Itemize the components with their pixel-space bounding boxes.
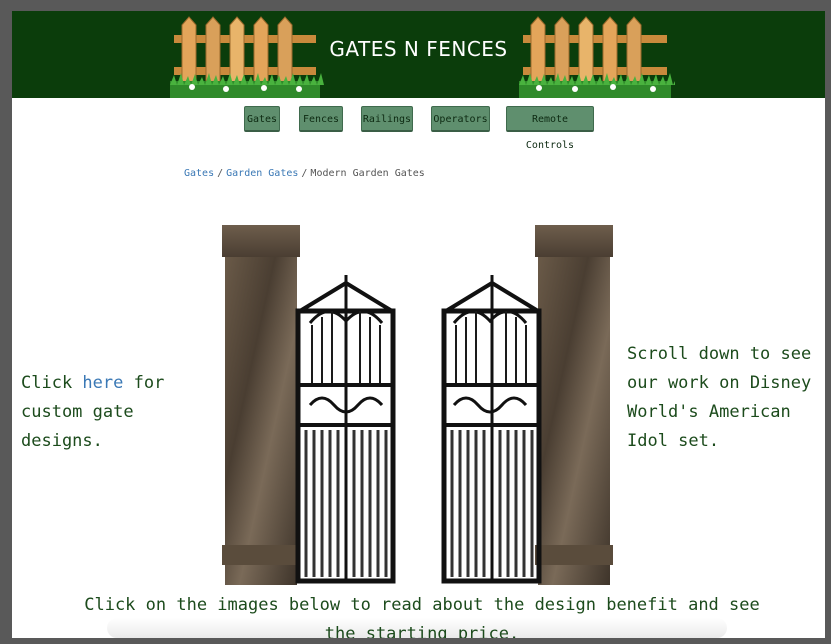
nav-fences-button[interactable]: Fences [299,106,343,132]
site-title: GATES N FENCES [329,37,508,61]
wooden-fence-icon [515,11,675,98]
nav-operators-button[interactable]: Operators [431,106,490,132]
custom-gate-text: Click here for custom gate designs. [21,369,221,456]
nav-gates-button[interactable]: Gates [244,106,280,132]
breadcrumb-separator: / [301,168,308,179]
images-instruction-text: Click on the images below to read about … [84,595,760,638]
breadcrumb: Gates / Garden Gates / Modern Garden Gates [184,168,425,179]
here-link[interactable]: here [82,373,123,393]
breadcrumb-separator: / [217,168,224,179]
main-nav: Gates Fences Railings Operators Remote C… [12,106,825,151]
wrought-iron-gate-icon[interactable] [222,225,614,585]
breadcrumb-garden-gates-link[interactable]: Garden Gates [226,168,298,179]
page: GATES N FENCES Gates Fences Railings Ope… [12,11,825,638]
breadcrumb-gates-link[interactable]: Gates [184,168,214,179]
nav-remote-controls-button[interactable]: Remote Controls [506,106,594,151]
site-header: GATES N FENCES [12,11,825,98]
custom-gate-text-prefix: Click [21,373,83,393]
disney-work-text: Scroll down to see our work on Disney Wo… [627,344,812,451]
breadcrumb-current: Modern Garden Gates [310,168,425,179]
nav-railings-button[interactable]: Railings [361,106,413,132]
